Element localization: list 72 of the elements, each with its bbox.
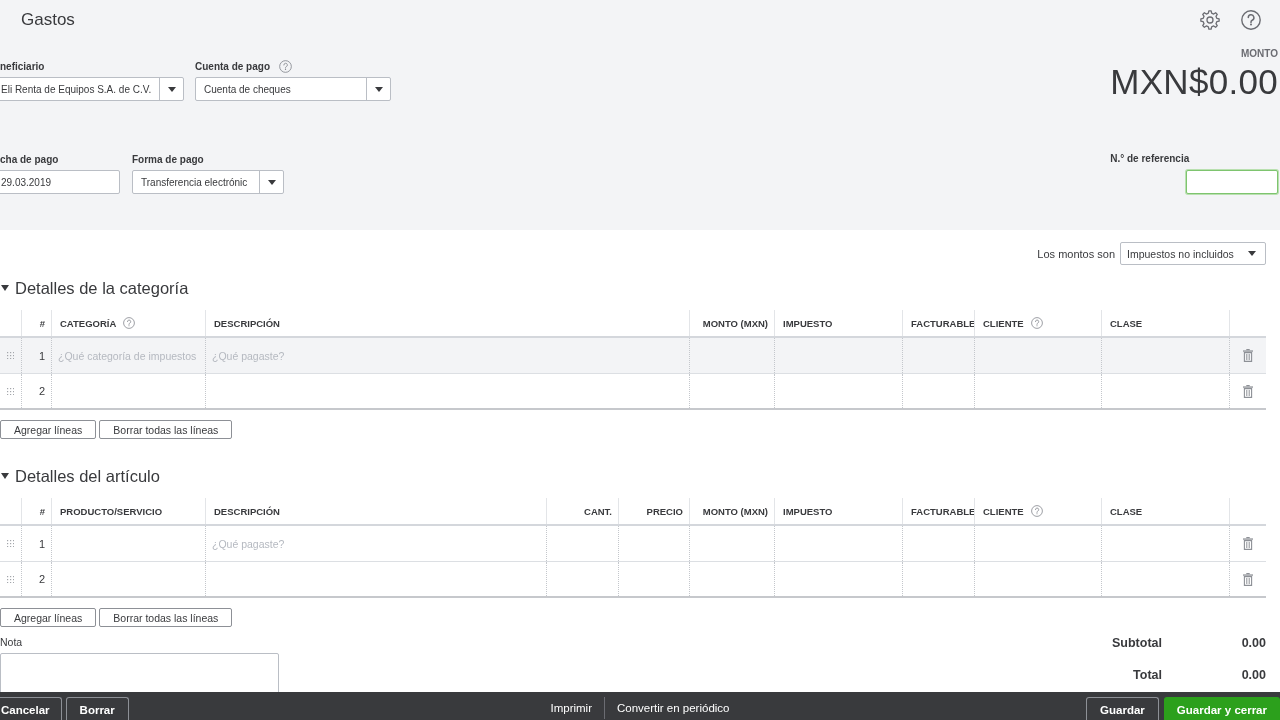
amount-label: MONTO: [1240, 48, 1278, 60]
total-value: 0.00: [1240, 667, 1266, 684]
column-header: CLIENTE: [983, 317, 1024, 329]
field-label: neficiario: [0, 60, 45, 73]
column-header: #: [39, 317, 45, 329]
drag-handle-icon[interactable]: [7, 387, 14, 395]
column-header: CLIENTE: [983, 505, 1024, 517]
note-field[interactable]: [0, 653, 279, 692]
field-label: N.° de referencia: [1110, 153, 1190, 165]
help-icon[interactable]: [1030, 317, 1043, 329]
trash-icon[interactable]: [1243, 349, 1253, 362]
save-button[interactable]: Guardar: [1086, 697, 1159, 720]
column-header: PRODUCTO/SERVICIO: [60, 505, 163, 517]
help-icon[interactable]: [123, 317, 136, 329]
field-label: Nota: [0, 637, 24, 647]
total-label: Total: [1132, 667, 1162, 684]
field-label: cha de pago: [0, 153, 59, 166]
caret-icon: [1248, 251, 1256, 256]
print-link[interactable]: Imprimir: [538, 698, 604, 714]
clear-lines-button[interactable]: Borrar todas las líneas: [99, 608, 233, 627]
dropdown-field[interactable]: Eli Renta de Equipos S.A. de C.V.: [0, 77, 184, 101]
add-lines-button[interactable]: Agregar líneas: [0, 608, 97, 627]
trash-icon[interactable]: [1243, 384, 1253, 398]
total-value: 0.00: [1240, 635, 1266, 652]
delete-button[interactable]: Borrar: [65, 697, 129, 720]
field-label: Cuenta de pago: [195, 60, 270, 73]
add-lines-button[interactable]: Agregar líneas: [0, 420, 97, 439]
row-number: 1: [38, 537, 45, 550]
column-header: DESCRIPCIÓN: [214, 317, 280, 329]
column-header: PRECIO: [646, 505, 683, 517]
amount-total: MXN$0.00: [1110, 62, 1278, 102]
cancel-button[interactable]: Cancelar: [0, 697, 62, 720]
field-label: Forma de pago: [132, 153, 204, 166]
trash-icon[interactable]: [1243, 572, 1253, 586]
make-recurring-link[interactable]: Convertir en periódico: [605, 698, 742, 714]
caret-icon: [374, 86, 383, 92]
section-title: Detalles de la categoría: [15, 278, 189, 298]
column-header: IMPUESTO: [783, 317, 833, 329]
row-number: 2: [38, 385, 45, 397]
column-header: MONTO (MXN): [702, 317, 768, 329]
column-header: #: [39, 505, 45, 517]
date-field[interactable]: 29.03.2019: [0, 170, 120, 194]
caret-icon: [267, 179, 276, 185]
dropdown-field[interactable]: Impuestos no incluidos: [1120, 242, 1266, 265]
collapse-arrow-icon[interactable]: [1, 473, 9, 479]
drag-handle-icon[interactable]: [7, 352, 14, 359]
clear-lines-button[interactable]: Borrar todas las líneas: [99, 420, 233, 439]
row-number: 1: [38, 349, 45, 362]
settings-icon[interactable]: [1200, 10, 1220, 30]
collapse-arrow-icon[interactable]: [1, 285, 9, 291]
help-icon[interactable]: [1030, 505, 1043, 517]
column-header: IMPUESTO: [783, 505, 833, 517]
help-icon[interactable]: [279, 60, 292, 73]
section-title: Detalles del artículo: [15, 466, 160, 486]
drag-handle-icon[interactable]: [7, 575, 14, 583]
column-header: MONTO (MXN): [702, 505, 768, 517]
field-label: Los montos son: [1037, 247, 1115, 260]
caret-icon: [167, 86, 176, 92]
dropdown-field[interactable]: Cuenta de cheques: [195, 77, 391, 101]
page-title: Gastos: [21, 10, 75, 30]
drag-handle-icon[interactable]: [7, 540, 14, 547]
dropdown-field[interactable]: Transferencia electrónic: [132, 170, 284, 194]
column-header: CATEGORÍA: [60, 317, 117, 329]
row-number: 2: [38, 573, 45, 585]
trash-icon[interactable]: [1243, 537, 1253, 550]
help-icon[interactable]: [1241, 10, 1261, 30]
column-header: CLASE: [1110, 317, 1143, 329]
column-header: CANT.: [584, 505, 612, 517]
total-label: Subtotal: [1112, 635, 1162, 652]
reference-field[interactable]: [1186, 170, 1278, 194]
column-header: CLASE: [1110, 505, 1143, 517]
column-header: DESCRIPCIÓN: [214, 505, 280, 517]
